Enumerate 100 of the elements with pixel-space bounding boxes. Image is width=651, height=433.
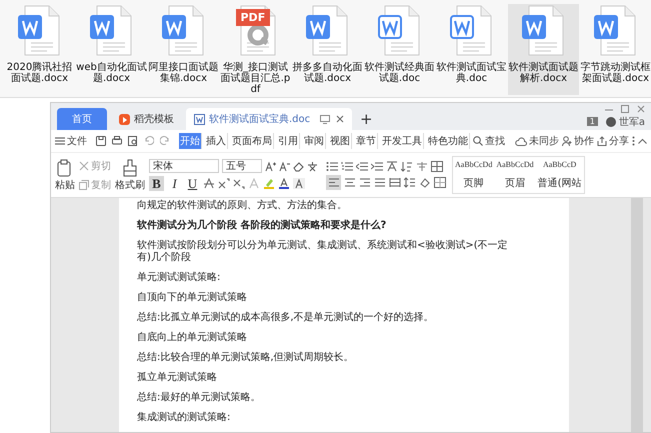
- word-document-icon: [376, 5, 422, 57]
- document-paragraph: 自底向上的单元测试策略: [137, 332, 248, 344]
- file-name: 阿里接口面试题集锦.docx: [148, 62, 219, 84]
- cloud-icon: [515, 136, 527, 146]
- document-paragraph: 向规定的软件测试的原则、方式、方法的集合。: [137, 200, 348, 212]
- text-direction-icon[interactable]: [386, 160, 398, 172]
- character-shading-icon[interactable]: [293, 178, 305, 189]
- show-marks-icon[interactable]: [416, 160, 428, 172]
- document-paragraph: 自顶向下的单元测试策略: [137, 292, 248, 304]
- avatar-icon: [606, 116, 616, 126]
- style-preset[interactable]: AaBbCcDd 页眉: [494, 157, 536, 193]
- font-dropdown[interactable]: 宋体: [149, 159, 219, 173]
- new-tab-button[interactable]: +: [360, 110, 373, 128]
- close-icon[interactable]: [336, 114, 344, 122]
- paste-button[interactable]: 粘贴: [55, 158, 75, 192]
- file-name: web自动化面试题.docx: [76, 62, 147, 84]
- user-account[interactable]: 世军a: [606, 114, 645, 128]
- sort-icon[interactable]: [401, 160, 413, 172]
- more-icon[interactable]: [632, 136, 635, 146]
- document-tab[interactable]: 软件测试面试宝典.doc: [186, 108, 352, 130]
- file-item[interactable]: 阿里接口面试题集锦.docx: [148, 4, 219, 95]
- file-item[interactable]: web自动化面试题.docx: [76, 4, 147, 95]
- maximize-icon[interactable]: [621, 104, 629, 112]
- share-button[interactable]: 分享: [597, 134, 629, 148]
- file-item[interactable]: 软件测试面试宝典.doc: [436, 4, 507, 95]
- collaborate-button[interactable]: 协作: [562, 134, 594, 148]
- file-item[interactable]: PDF 华测_接口测试面试题目汇总.pdf: [220, 4, 291, 95]
- font-color-icon[interactable]: [278, 178, 290, 189]
- document-paragraph: 单元测试测试策略:: [137, 272, 222, 284]
- file-name: 华测_接口测试面试题目汇总.pdf: [220, 62, 291, 95]
- file-menu[interactable]: 文件: [55, 134, 87, 148]
- print-icon[interactable]: [112, 136, 122, 146]
- border-icon[interactable]: [434, 176, 446, 188]
- underline-button[interactable]: U: [185, 176, 200, 191]
- align-center-icon[interactable]: [344, 176, 356, 188]
- search-icon: [473, 136, 483, 146]
- close-icon[interactable]: [637, 104, 645, 112]
- monitor-icon[interactable]: [320, 114, 330, 124]
- style-preset[interactable]: AaBbCcDd 页脚: [453, 157, 494, 193]
- italic-button[interactable]: I: [167, 176, 182, 191]
- eraser-icon[interactable]: [293, 160, 304, 172]
- word-document-icon: [16, 5, 62, 57]
- ribbon-tab[interactable]: 视图: [329, 133, 352, 149]
- sync-button[interactable]: 未同步: [515, 134, 559, 148]
- ribbon-tab[interactable]: 章节: [355, 133, 378, 149]
- format-painter-button[interactable]: 格式刷: [115, 158, 145, 192]
- file-item[interactable]: 字节跳动测试框架面试题.docx: [580, 4, 651, 95]
- collapse-icon[interactable]: [638, 138, 647, 144]
- document-paragraph: 总结:最好的单元测试策略。: [137, 392, 262, 404]
- line-spacing-icon[interactable]: [404, 176, 416, 188]
- document-heading: 软件测试分为几个阶段 各阶段的测试策略和要求是什么?: [137, 220, 388, 232]
- ribbon-tab[interactable]: 特色功能: [427, 133, 470, 149]
- word-document-icon: [160, 5, 206, 57]
- print-preview-icon[interactable]: [128, 136, 138, 146]
- file-name: 字节跳动测试框架面试题.docx: [580, 62, 651, 84]
- shrink-font-icon[interactable]: [279, 160, 290, 172]
- file-item[interactable]: 拼多多自动化面试题.docx: [292, 4, 363, 95]
- justify-icon[interactable]: [374, 176, 386, 188]
- ribbon-tab[interactable]: 引用: [277, 133, 300, 149]
- search-button[interactable]: 查找: [473, 134, 505, 148]
- ribbon-tab[interactable]: 开始: [179, 133, 202, 149]
- clipboard-icon: [57, 158, 73, 176]
- bold-button[interactable]: B: [149, 176, 164, 191]
- subscript-icon[interactable]: [233, 178, 245, 189]
- save-icon[interactable]: [96, 136, 106, 146]
- document-paragraph: 集成测试的测试策略:: [137, 412, 232, 424]
- copy-icon: [79, 180, 89, 190]
- align-right-icon[interactable]: [359, 176, 371, 188]
- document-tab[interactable]: 稻壳模板: [111, 108, 182, 130]
- shading-icon[interactable]: [419, 176, 431, 188]
- ribbon-tab[interactable]: 页面布局: [231, 133, 274, 149]
- paintbrush-icon: [122, 158, 138, 176]
- superscript-icon[interactable]: [218, 178, 230, 189]
- file-item[interactable]: 2020腾讯社招面试题.docx: [4, 4, 75, 95]
- ribbon-tab[interactable]: 开发工具: [381, 133, 424, 149]
- decrease-indent-icon[interactable]: [356, 160, 368, 172]
- word-document-icon: [520, 5, 566, 57]
- distribute-icon[interactable]: [389, 176, 401, 188]
- document-paragraph: 孤立单元测试策略: [137, 372, 218, 384]
- file-item[interactable]: 软件测试面试题解析.docx: [508, 4, 579, 95]
- style-preset[interactable]: AaBbCcD 普通(网站: [536, 157, 584, 193]
- pdf-label: PDF: [236, 9, 270, 26]
- grow-font-icon[interactable]: [265, 160, 276, 172]
- scrollbar[interactable]: [631, 198, 643, 432]
- ribbon-tab[interactable]: 插入: [205, 133, 228, 149]
- align-left-button[interactable]: [326, 174, 341, 190]
- file-name: 拼多多自动化面试题.docx: [292, 62, 363, 84]
- document-paragraph: 总结:比较合理的单元测试策略,但测试周期较长。: [137, 352, 355, 364]
- document-tab[interactable]: 首页: [57, 108, 107, 130]
- ribbon-tab[interactable]: 审阅: [303, 133, 326, 149]
- bulleted-list-icon[interactable]: [326, 160, 338, 172]
- document-paragraph: 总结:比孤立单元测试的成本高很多,不是单元测试的一个好的选择。: [137, 312, 435, 324]
- increase-indent-icon[interactable]: [371, 160, 383, 172]
- strikethrough-icon[interactable]: [203, 178, 215, 189]
- table-icon[interactable]: [431, 160, 443, 172]
- notification-badge[interactable]: 1: [586, 117, 598, 126]
- font-size-dropdown[interactable]: 五号: [222, 159, 262, 173]
- file-item[interactable]: 软件测试经典面试题.doc: [364, 4, 435, 95]
- numbered-list-icon[interactable]: [341, 160, 353, 172]
- phonetic-icon[interactable]: [307, 160, 318, 172]
